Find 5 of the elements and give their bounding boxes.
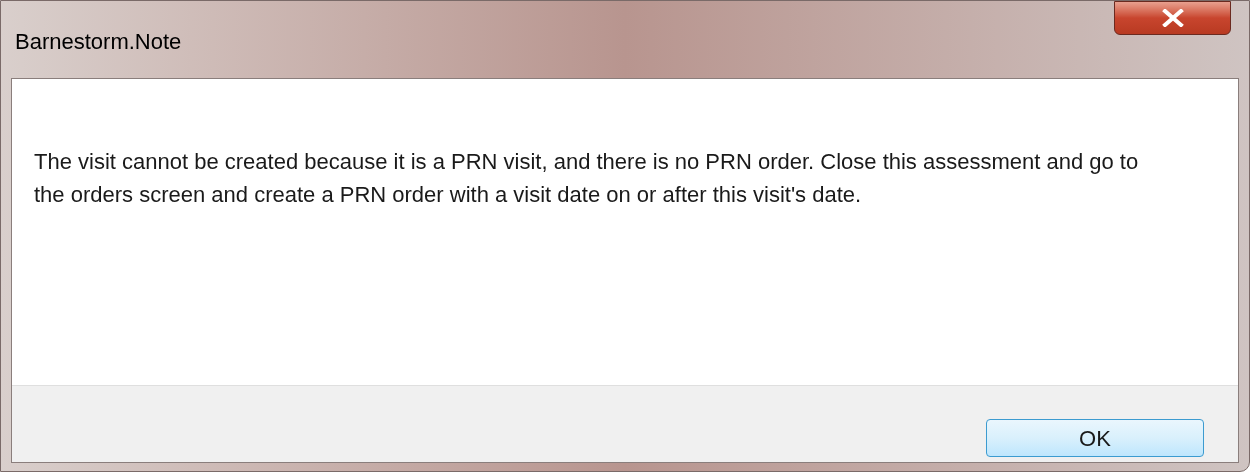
message-text: The visit cannot be created because it is a PRN visit, and there is no PRN order. Close this assessment and go to the orders screen and create a PRN order with a visit date on or after this visit's date. xyxy=(34,148,1140,209)
ok-button[interactable]: OK xyxy=(986,419,1204,457)
window-title: Barnestorm.Note xyxy=(15,28,182,56)
close-icon xyxy=(1161,9,1184,27)
close-button[interactable] xyxy=(1114,1,1231,35)
